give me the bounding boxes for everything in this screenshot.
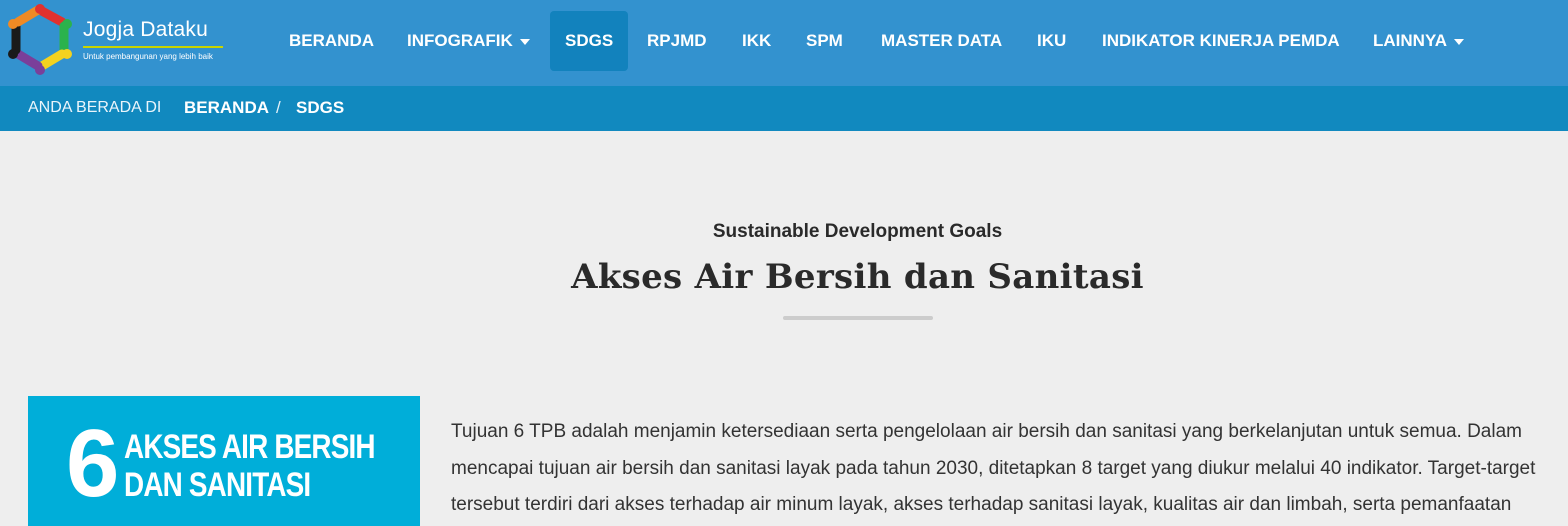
breadcrumb-separator: / bbox=[276, 98, 281, 117]
brand-tagline: Untuk pembangunan yang lebih baik bbox=[83, 52, 213, 61]
title-divider bbox=[783, 316, 933, 320]
brand-underline bbox=[83, 46, 223, 48]
goal-number: 6 bbox=[66, 410, 120, 517]
nav-ikk[interactable]: IKK bbox=[742, 11, 771, 71]
nav-beranda[interactable]: BERANDA bbox=[289, 11, 374, 71]
goal-description: Tujuan 6 TPB adalah menjamin ketersediaa… bbox=[451, 421, 1536, 514]
page-title: Akses Air Bersih dan Sanitasi bbox=[571, 257, 1144, 297]
nav-sdgs[interactable]: SDGS bbox=[550, 11, 629, 71]
nav-label: RPJMD bbox=[647, 31, 707, 50]
nav-spm[interactable]: SPM bbox=[806, 11, 843, 71]
nav-label: SDGS bbox=[565, 31, 614, 50]
nav-label: INFOGRAFIK bbox=[407, 31, 513, 50]
nav-label: SPM bbox=[806, 31, 843, 50]
breadcrumb: ANDA BERADA DI BERANDA / SDGS bbox=[0, 86, 1568, 131]
nav-label: INDIKATOR KINERJA PEMDA bbox=[1102, 31, 1340, 50]
nav-iku[interactable]: IKU bbox=[1037, 11, 1066, 71]
goal-title-line-1: AKSES AIR BERSIH bbox=[124, 428, 376, 466]
breadcrumb-beranda[interactable]: BERANDA bbox=[184, 98, 269, 118]
nav-label: MASTER DATA bbox=[881, 31, 1003, 50]
nav-label: BERANDA bbox=[289, 31, 374, 50]
nav-label: IKK bbox=[742, 31, 772, 50]
breadcrumb-sdgs[interactable]: SDGS bbox=[296, 98, 344, 118]
nav-label: LAINNYA bbox=[1373, 31, 1447, 50]
brand-name[interactable]: Jogja Dataku bbox=[83, 18, 208, 42]
nav-rpjmd[interactable]: RPJMD bbox=[647, 11, 707, 71]
page-subtitle: Sustainable Development Goals bbox=[712, 221, 1003, 242]
sdg-goal-6-tile: 6 AKSES AIR BERSIH DAN SANITASI bbox=[28, 396, 420, 526]
goal-title-line-2: DAN SANITASI bbox=[124, 466, 311, 504]
breadcrumb-prefix: ANDA BERADA DI bbox=[28, 99, 162, 116]
nav-infografik[interactable]: INFOGRAFIK bbox=[407, 11, 530, 71]
goal-title: AKSES AIR BERSIH DAN SANITASI bbox=[124, 428, 376, 504]
caret-down-icon bbox=[1454, 38, 1464, 45]
jogja-dataku-logo-icon[interactable] bbox=[4, 4, 76, 78]
nav-lainnya[interactable]: LAINNYA bbox=[1373, 11, 1464, 71]
nav-indikator-kinerja-pemda[interactable]: INDIKATOR KINERJA PEMDA bbox=[1102, 11, 1340, 71]
nav-master-data[interactable]: MASTER DATA bbox=[881, 11, 1002, 71]
caret-down-icon bbox=[519, 38, 530, 45]
nav-label: IKU bbox=[1037, 31, 1067, 50]
top-navbar: Jogja Dataku Untuk pembangunan yang lebi… bbox=[0, 0, 1568, 86]
